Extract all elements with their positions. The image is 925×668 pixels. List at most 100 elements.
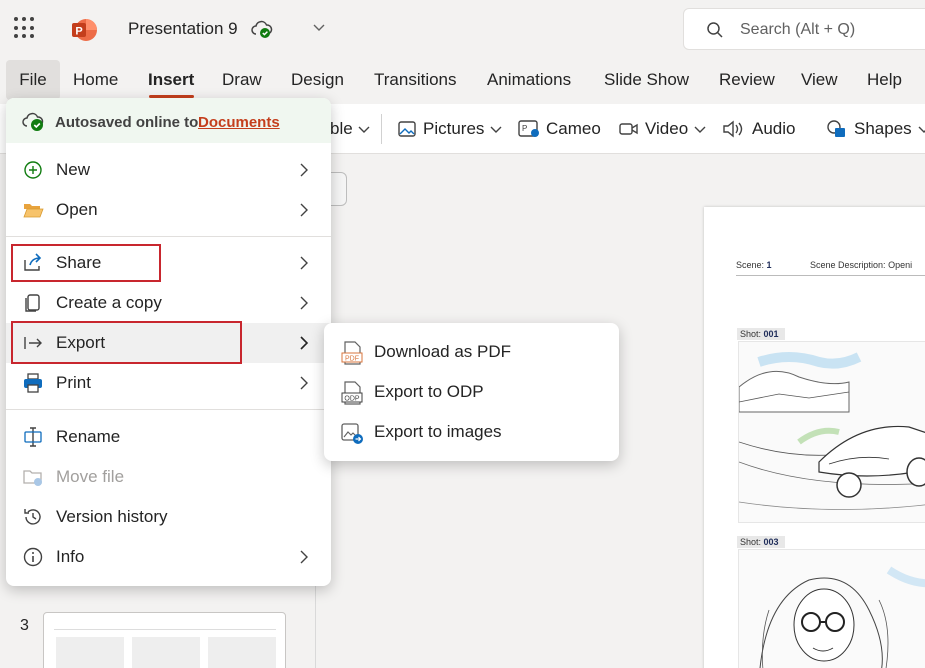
slide-thumbnail[interactable]: [43, 612, 286, 668]
add-circle-icon: [24, 161, 42, 179]
tab-file[interactable]: File: [6, 60, 60, 100]
svg-text:P: P: [75, 26, 82, 38]
chevron-right-icon: [300, 296, 308, 310]
picture-icon: [398, 121, 416, 137]
tab-home[interactable]: Home: [73, 70, 118, 90]
chevron-down-icon: [490, 126, 502, 133]
chevron-right-icon: [300, 550, 308, 564]
tab-review[interactable]: Review: [719, 70, 775, 90]
scene-description-label: Scene Description:: [810, 260, 886, 270]
export-image-icon: [341, 423, 363, 444]
thumbnail-panel: [56, 637, 124, 668]
share-highlight-box: [11, 244, 161, 282]
audio-button[interactable]: Audio: [722, 119, 795, 139]
odp-file-icon: ODP: [341, 381, 363, 405]
title-bar: P Presentation 9 Search (Alt + Q): [0, 0, 925, 58]
autosave-text: Autosaved online to: [55, 114, 199, 131]
powerpoint-logo-icon: P: [72, 19, 97, 41]
cameo-label: Cameo: [546, 119, 601, 138]
submenu-item-label: Download as PDF: [374, 342, 512, 361]
cameo-button[interactable]: P Cameo: [518, 119, 601, 139]
slide-canvas[interactable]: Scene: 1 Scene Description: Openi Shot: …: [704, 207, 925, 668]
menu-divider: [6, 236, 331, 237]
folder-open-icon: [23, 204, 44, 218]
menu-item-open[interactable]: Open: [6, 190, 331, 230]
menu-item-label: Create a copy: [56, 293, 162, 312]
storyboard-sketch-person: [738, 549, 925, 668]
tab-draw[interactable]: Draw: [222, 70, 262, 90]
table-label: ble: [330, 119, 353, 138]
shot-label: Shot: 001: [737, 328, 785, 340]
history-icon: [24, 509, 41, 525]
copy-icon: [25, 294, 40, 312]
tab-insert[interactable]: Insert: [148, 70, 194, 90]
menu-item-new[interactable]: New: [6, 150, 331, 190]
cloud-saved-icon: [22, 112, 44, 131]
tab-view[interactable]: View: [801, 70, 838, 90]
tab-help[interactable]: Help: [867, 70, 902, 90]
submenu-item-label: Export to images: [374, 422, 502, 441]
storyboard-sketch-car: [738, 341, 925, 523]
table-button[interactable]: ble: [330, 119, 371, 139]
menu-item-version-history[interactable]: Version history: [6, 497, 331, 537]
menu-divider: [6, 409, 331, 410]
chevron-down-icon: [918, 126, 925, 133]
thumbnail-line: [54, 629, 276, 630]
search-icon: [707, 22, 723, 38]
documents-link[interactable]: Documents: [198, 114, 280, 131]
scene-label: Scene:: [736, 260, 765, 270]
move-folder-icon: [23, 470, 42, 486]
printer-icon: [24, 373, 42, 393]
submenu-item-export-images[interactable]: Export to images: [324, 412, 619, 452]
tab-design[interactable]: Design: [291, 70, 344, 90]
chevron-down-icon: [694, 126, 706, 133]
svg-text:P: P: [522, 124, 527, 133]
shapes-label: Shapes: [854, 119, 912, 138]
menu-item-label: Print: [56, 373, 91, 392]
tab-transitions[interactable]: Transitions: [374, 70, 457, 90]
menu-item-rename[interactable]: Rename: [6, 417, 331, 457]
document-title[interactable]: Presentation 9: [128, 19, 238, 39]
slide-divider: [736, 275, 925, 276]
pictures-label: Pictures: [423, 119, 485, 138]
menu-item-info[interactable]: Info: [6, 537, 331, 577]
chevron-right-icon: [300, 256, 308, 270]
video-icon: [619, 123, 638, 135]
chevron-down-icon[interactable]: [312, 20, 326, 34]
chevron-right-icon: [300, 336, 309, 350]
ribbon-separator: [381, 114, 382, 144]
speaker-icon: [723, 120, 743, 138]
submenu-item-label: Export to ODP: [374, 382, 484, 401]
scene-description-field: Scene Description: Openi: [810, 260, 912, 270]
video-button[interactable]: Video: [619, 119, 707, 139]
rename-icon: [24, 427, 42, 447]
scene-field: Scene: 1: [736, 260, 772, 270]
menu-item-label: Open: [56, 200, 98, 219]
search-placeholder: Search (Alt + Q): [740, 21, 856, 38]
svg-text:ODP: ODP: [344, 396, 360, 403]
tab-slide-show[interactable]: Slide Show: [604, 70, 689, 90]
chevron-down-icon: [358, 126, 370, 133]
export-highlight-box: [11, 321, 242, 364]
menu-tabs: File Home Insert Draw Design Transitions…: [0, 58, 925, 102]
pane-toggle-button[interactable]: [331, 172, 347, 206]
app-launcher-icon[interactable]: [14, 17, 36, 39]
shot-label-text: Shot:: [740, 329, 762, 339]
menu-item-label: Rename: [56, 427, 121, 446]
search-box[interactable]: Search (Alt + Q): [683, 8, 925, 50]
pictures-button[interactable]: Pictures: [397, 119, 503, 139]
menu-item-move-file: Move file: [6, 457, 331, 497]
autosave-banner: Autosaved online to Documents: [6, 98, 331, 143]
menu-item-create-copy[interactable]: Create a copy: [6, 283, 331, 323]
shapes-button[interactable]: Shapes: [826, 119, 925, 139]
shot-label-text: Shot:: [740, 537, 762, 547]
pdf-file-icon: PDF: [341, 341, 363, 365]
menu-item-label: Info: [56, 547, 85, 566]
menu-item-print[interactable]: Print: [6, 363, 331, 403]
submenu-item-download-pdf[interactable]: PDF Download as PDF: [324, 332, 619, 372]
menu-item-label: Version history: [56, 507, 168, 526]
tab-animations[interactable]: Animations: [487, 70, 571, 90]
menu-item-label: New: [56, 160, 91, 179]
cloud-saved-icon: [251, 20, 273, 38]
submenu-item-export-odp[interactable]: ODP Export to ODP: [324, 372, 619, 412]
